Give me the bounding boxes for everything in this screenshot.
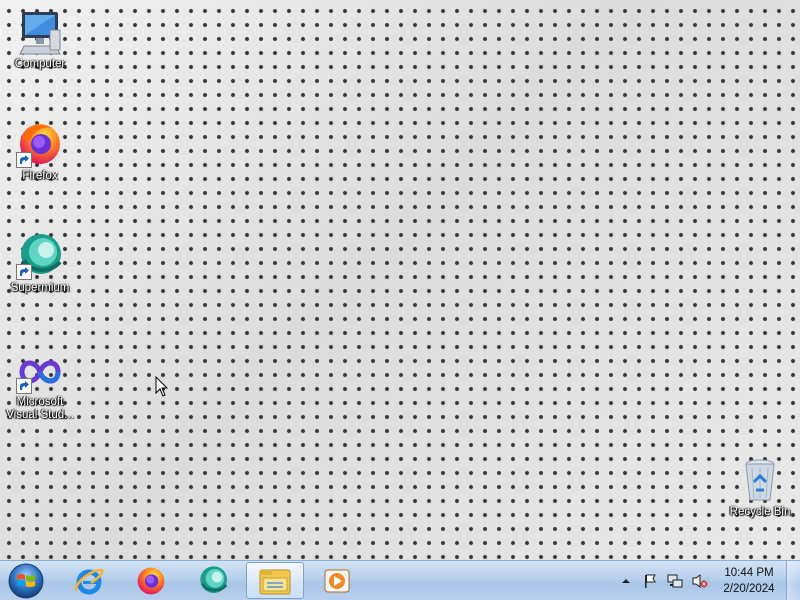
firefox-icon — [16, 120, 64, 168]
desktop-icon-label: Microsoft Visual Stud... — [6, 396, 74, 421]
start-button[interactable] — [6, 563, 46, 599]
taskbar-firefox[interactable] — [122, 562, 180, 599]
desktop-icon-firefox[interactable]: Firefox — [2, 120, 78, 183]
desktop-icon-computer[interactable]: Computer — [2, 8, 78, 71]
windows-start-icon — [8, 563, 44, 599]
shortcut-arrow-icon — [16, 264, 32, 280]
system-clock[interactable]: 10:44 PM 2/20/2024 — [716, 565, 782, 597]
action-center-flag-icon[interactable] — [642, 573, 658, 589]
taskbar-file-explorer[interactable] — [246, 562, 304, 599]
mouse-cursor-icon — [155, 376, 169, 397]
clock-date: 2/20/2024 — [723, 583, 775, 595]
desktop-icon-label: Supermium — [10, 282, 70, 294]
media-player-icon — [324, 569, 350, 592]
firefox-icon — [137, 567, 165, 594]
supermium-icon — [16, 232, 64, 280]
supermium-icon — [200, 565, 228, 593]
desktop-icon-supermium[interactable]: Supermium — [2, 232, 78, 295]
desktop-icon-label: Firefox — [22, 170, 58, 182]
clock-time: 10:44 PM — [724, 567, 774, 579]
computer-icon — [16, 8, 64, 56]
desktop[interactable]: Computer Firefox Supermium Microsoft Vis… — [0, 0, 800, 560]
taskbar-internet-explorer[interactable] — [60, 562, 118, 599]
shortcut-arrow-icon — [16, 152, 32, 168]
taskbar-supermium[interactable] — [184, 562, 242, 599]
recycle-bin-icon — [736, 456, 784, 504]
taskbar-media-player[interactable] — [308, 562, 366, 599]
file-explorer-icon — [259, 569, 291, 594]
network-icon[interactable] — [667, 573, 683, 589]
show-desktop-button[interactable] — [786, 561, 800, 600]
taskbar: 10:44 PM 2/20/2024 — [0, 560, 800, 600]
desktop-icon-recycle-bin[interactable]: Recycle Bin — [722, 456, 798, 519]
desktop-icon-label: Computer — [14, 58, 66, 70]
internet-explorer-icon — [74, 568, 104, 594]
visual-studio-icon — [16, 350, 64, 394]
shortcut-arrow-icon — [16, 378, 32, 394]
desktop-icon-visual-studio[interactable]: Microsoft Visual Stud... — [2, 350, 78, 422]
desktop-icon-label: Recycle Bin — [729, 506, 791, 518]
volume-muted-icon[interactable] — [692, 573, 708, 589]
show-hidden-icons-arrow[interactable] — [620, 575, 632, 587]
